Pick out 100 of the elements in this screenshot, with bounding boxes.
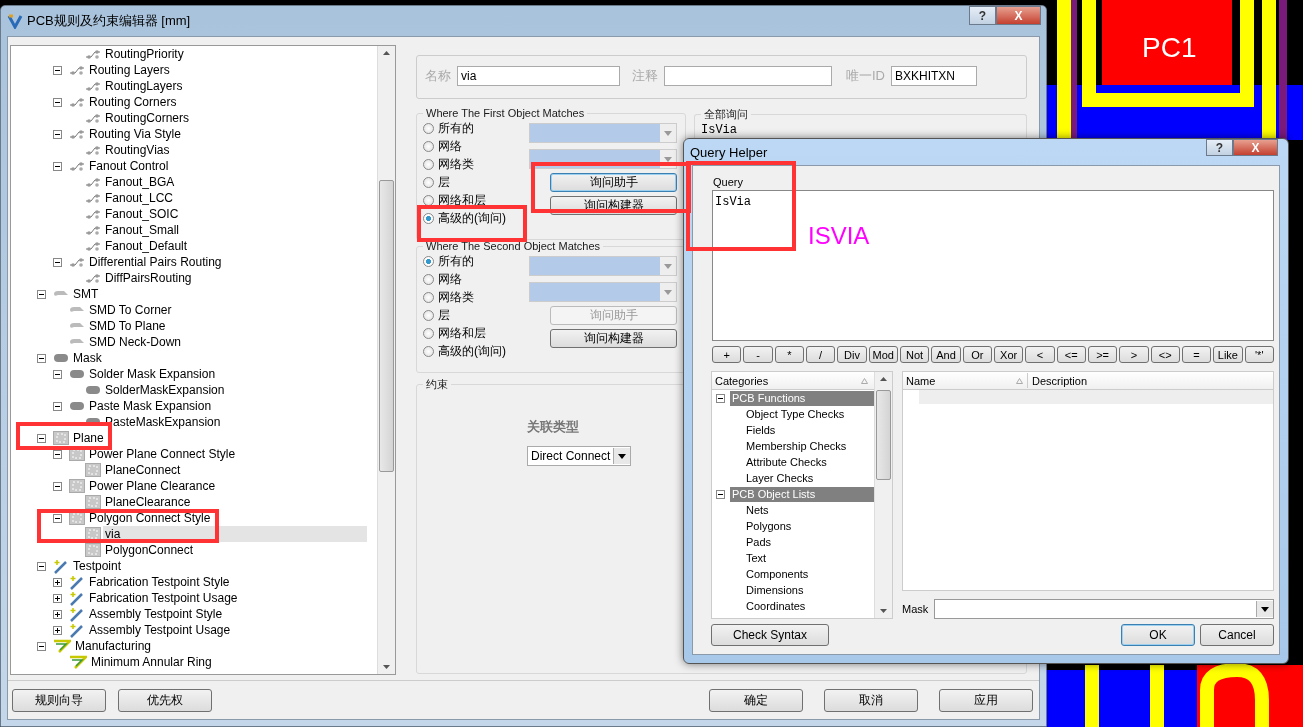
collapse-toggle[interactable] bbox=[53, 257, 62, 267]
tree-item[interactable]: Fanout_LCC bbox=[103, 190, 176, 206]
collapse-toggle[interactable] bbox=[716, 393, 725, 403]
category-item[interactable]: Object Type Checks bbox=[716, 408, 845, 420]
category-item[interactable]: Text bbox=[716, 552, 767, 564]
tree-item[interactable]: Assembly Testpoint Usage bbox=[87, 622, 233, 638]
scroll-down-icon[interactable] bbox=[383, 665, 390, 669]
tree-item[interactable]: Routing Layers bbox=[87, 62, 172, 78]
column-header[interactable]: Description bbox=[1028, 374, 1088, 387]
tree-item[interactable]: RoutingVias bbox=[103, 142, 172, 158]
operator-button[interactable]: Or bbox=[962, 346, 992, 363]
radio-button[interactable] bbox=[423, 255, 434, 267]
operator-button[interactable]: And bbox=[931, 346, 961, 363]
tree-item[interactable]: SMD To Plane bbox=[87, 318, 168, 334]
operator-button[interactable]: Xor bbox=[993, 346, 1024, 363]
radio-button[interactable] bbox=[423, 291, 434, 303]
operator-button[interactable]: '*' bbox=[1244, 346, 1274, 363]
collapse-toggle[interactable] bbox=[53, 97, 62, 107]
collapse-toggle[interactable] bbox=[37, 641, 46, 651]
column-header[interactable]: Name bbox=[906, 374, 1016, 387]
footer-button[interactable]: 确定 bbox=[709, 688, 803, 712]
category-item[interactable]: Polygons bbox=[716, 520, 792, 532]
radio-button[interactable] bbox=[423, 309, 434, 321]
tree-item[interactable]: Minimum Annular Ring bbox=[89, 654, 214, 670]
tree-item[interactable]: Routing Corners bbox=[87, 94, 179, 110]
operator-button[interactable]: <> bbox=[1150, 346, 1180, 363]
scroll-up-icon[interactable] bbox=[383, 51, 390, 55]
operator-button[interactable]: Div bbox=[837, 346, 867, 363]
collapse-toggle[interactable] bbox=[53, 449, 62, 459]
expand-toggle[interactable] bbox=[53, 593, 62, 603]
tree-item[interactable]: Plane bbox=[71, 430, 106, 446]
radio-button[interactable] bbox=[423, 345, 434, 357]
expand-toggle[interactable] bbox=[53, 609, 62, 619]
collapse-toggle[interactable] bbox=[53, 65, 62, 75]
collapse-toggle[interactable] bbox=[37, 561, 46, 571]
collapse-toggle[interactable] bbox=[37, 289, 46, 299]
connect-type-dropdown[interactable]: Direct Connect bbox=[527, 446, 631, 466]
query-button[interactable]: 询问助手 bbox=[550, 173, 677, 192]
collapse-toggle[interactable] bbox=[53, 129, 62, 139]
tree-item[interactable]: Routing Via Style bbox=[87, 126, 183, 142]
mask-field[interactable] bbox=[934, 599, 1274, 619]
operator-button[interactable]: Mod bbox=[868, 346, 898, 363]
scroll-down-icon[interactable] bbox=[880, 609, 887, 613]
category-group[interactable]: PCB Object Lists bbox=[730, 486, 874, 502]
tree-item[interactable]: Power Plane Clearance bbox=[87, 478, 218, 494]
operator-button[interactable]: + bbox=[712, 346, 742, 363]
category-item[interactable]: Components bbox=[716, 568, 809, 580]
tree-item[interactable]: Fabrication Testpoint Usage bbox=[87, 590, 240, 606]
help-button[interactable]: ? bbox=[969, 6, 996, 25]
tree-item[interactable]: RoutingLayers bbox=[103, 78, 185, 94]
operator-button[interactable]: = bbox=[1181, 346, 1212, 363]
tree-item[interactable]: SMD To Corner bbox=[87, 302, 174, 318]
collapse-toggle[interactable] bbox=[716, 489, 725, 499]
collapse-toggle[interactable] bbox=[37, 353, 46, 363]
footer-button[interactable]: 应用 bbox=[939, 688, 1033, 712]
radio-button[interactable] bbox=[423, 194, 434, 206]
operator-button[interactable]: Like bbox=[1213, 346, 1243, 363]
scrollbar[interactable] bbox=[874, 372, 892, 618]
tree-item[interactable]: Fanout_BGA bbox=[103, 174, 177, 190]
category-item[interactable]: Pads bbox=[716, 536, 772, 548]
tree-item[interactable]: Polygon Connect Style bbox=[87, 510, 213, 526]
tree-item[interactable]: PlaneConnect bbox=[103, 462, 183, 478]
help-button[interactable]: ? bbox=[1206, 139, 1233, 156]
text-field[interactable] bbox=[664, 66, 832, 86]
footer-button[interactable]: 取消 bbox=[824, 688, 918, 712]
category-group[interactable]: PCB Functions bbox=[730, 390, 874, 406]
dialog-button[interactable]: OK bbox=[1121, 624, 1195, 646]
text-field[interactable]: BXKHITXN bbox=[891, 66, 977, 86]
tree-item[interactable]: RoutingCorners bbox=[103, 110, 192, 126]
operator-button[interactable]: < bbox=[1025, 346, 1055, 363]
tree-item[interactable]: Manufacturing bbox=[73, 638, 154, 654]
collapse-toggle[interactable] bbox=[53, 369, 62, 379]
dialog-button[interactable]: Cancel bbox=[1200, 624, 1274, 646]
collapse-toggle[interactable] bbox=[53, 161, 62, 171]
tree-item[interactable]: RoutingPriority bbox=[103, 46, 186, 62]
collapse-toggle[interactable] bbox=[53, 481, 62, 491]
tree-item[interactable]: Assembly Testpoint Style bbox=[87, 606, 225, 622]
collapse-toggle[interactable] bbox=[37, 433, 46, 443]
collapse-toggle[interactable] bbox=[53, 401, 62, 411]
scrollbar[interactable] bbox=[377, 46, 395, 674]
tree-item[interactable]: Mask bbox=[71, 350, 104, 366]
expand-toggle[interactable] bbox=[53, 577, 62, 587]
tree-item[interactable]: Differential Pairs Routing bbox=[87, 254, 224, 270]
dropdown-arrow-icon[interactable] bbox=[618, 453, 626, 459]
operator-button[interactable]: <= bbox=[1056, 346, 1086, 363]
radio-button[interactable] bbox=[423, 212, 434, 224]
tree-item[interactable]: DiffPairsRouting bbox=[103, 270, 194, 286]
category-item[interactable]: Coordinates bbox=[716, 600, 806, 612]
tree-item[interactable]: PolygonConnect bbox=[103, 542, 196, 558]
footer-button[interactable]: 优先权 bbox=[118, 688, 212, 712]
collapse-toggle[interactable] bbox=[53, 513, 62, 523]
tree-item[interactable]: Fanout_Small bbox=[103, 222, 182, 238]
radio-button[interactable] bbox=[423, 273, 434, 285]
scroll-up-icon[interactable] bbox=[880, 377, 887, 381]
operator-button[interactable]: / bbox=[806, 346, 836, 363]
expand-toggle[interactable] bbox=[53, 625, 62, 635]
dropdown-arrow-icon[interactable] bbox=[1261, 606, 1269, 612]
tree-item[interactable]: SMT bbox=[71, 286, 101, 302]
tree-item[interactable]: Fanout Control bbox=[87, 158, 171, 174]
category-item[interactable]: Fields bbox=[716, 424, 776, 436]
